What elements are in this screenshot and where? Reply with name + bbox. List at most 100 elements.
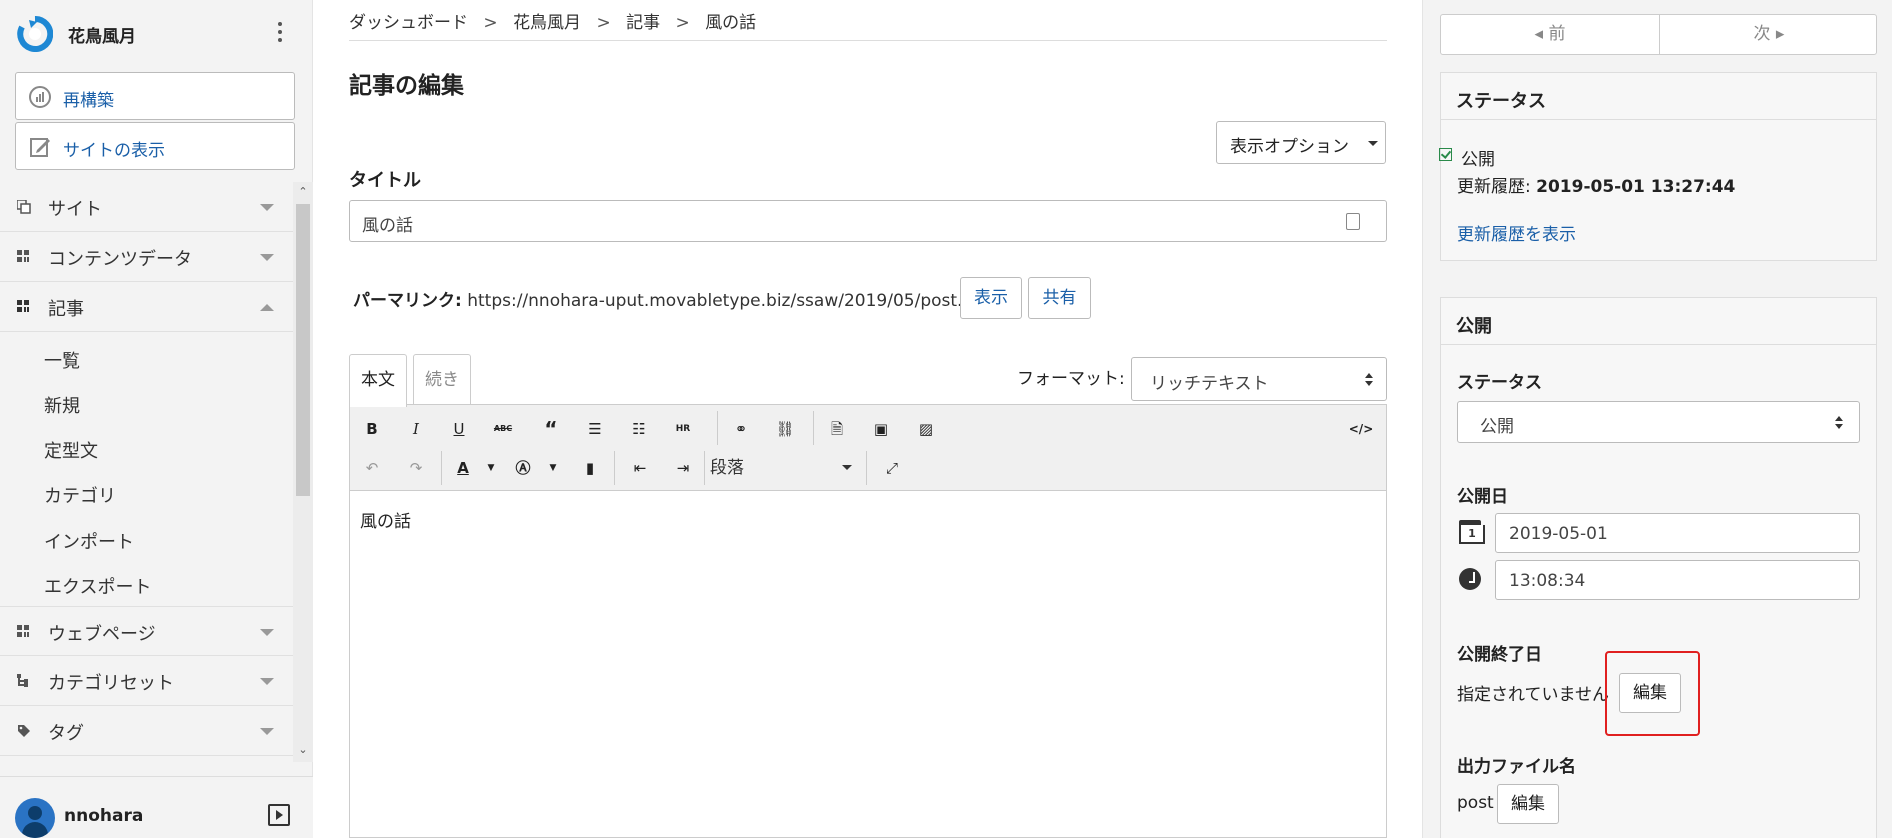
remove-format-icon[interactable]: ▮ <box>577 455 603 481</box>
sub-item-list[interactable]: 一覧 <box>44 347 80 373</box>
scroll-up-icon[interactable]: ⌃ <box>297 186 309 198</box>
next-button[interactable]: 次 ▸ <box>1660 15 1878 54</box>
caret-down-icon <box>842 465 852 470</box>
sidebar-scrollbar[interactable]: ⌃ ⌄ <box>293 182 313 762</box>
toggle-sidebar-icon[interactable] <box>268 804 290 826</box>
menu-item-content-data[interactable]: コンテンツデータ <box>0 232 293 282</box>
link-icon[interactable]: ⚭ <box>728 416 754 442</box>
undo-icon[interactable]: ↶ <box>359 455 385 481</box>
format-label: フォーマット: <box>1017 369 1125 389</box>
tab-body[interactable]: 本文 <box>349 354 407 407</box>
title-input[interactable]: 風の話 <box>349 200 1387 242</box>
site-name[interactable]: 花鳥風月 <box>68 22 136 47</box>
end-date-value: 指定されていません <box>1457 685 1609 705</box>
publish-panel-header: 公開 <box>1441 298 1876 345</box>
sidebar: 花鳥風月 再構築 サイトの表示 サイト コンテンツデータ 記事 一覧 新規 定型… <box>0 0 313 838</box>
breadcrumb-articles[interactable]: 記事 <box>626 13 660 33</box>
right-panel: ◂ 前 次 ▸ ステータス 公開 更新履歴: 2019-05-01 13:27:… <box>1422 0 1892 838</box>
scroll-down-icon[interactable]: ⌄ <box>297 744 309 756</box>
title-label: タイトル <box>349 170 421 191</box>
status-select[interactable]: 公開 <box>1457 401 1860 443</box>
unlink-icon[interactable]: ⛓ <box>772 416 798 442</box>
rich-text-editor[interactable]: B I U ABC “ ☰ ☷ HR ⚭ ⛓ 🗎 ▣ ▨ </> ↶ ↷ A ▼… <box>349 404 1387 838</box>
kebab-menu-icon[interactable] <box>274 22 286 46</box>
title-value: 風の話 <box>362 216 413 236</box>
avatar[interactable] <box>15 798 55 838</box>
breadcrumb-current: 風の話 <box>705 13 757 33</box>
view-button[interactable]: 表示 <box>960 277 1022 319</box>
scroll-thumb[interactable] <box>296 204 310 496</box>
calendar-icon[interactable] <box>1459 520 1485 544</box>
menu-item-tags[interactable]: タグ <box>0 706 293 756</box>
grid-icon <box>17 250 29 262</box>
view-site-button[interactable]: サイトの表示 <box>15 122 295 170</box>
bullet-list-icon[interactable]: ☰ <box>582 416 608 442</box>
chevron-down-icon <box>260 204 274 211</box>
breadcrumb-dashboard[interactable]: ダッシュボード <box>349 13 468 33</box>
caret-down-icon[interactable]: ▼ <box>540 455 566 481</box>
time-input[interactable]: 13:08:34 <box>1495 560 1860 600</box>
menu-label: ウェブページ <box>48 624 156 645</box>
form-icon[interactable] <box>1346 213 1360 230</box>
numbered-list-icon[interactable]: ☷ <box>626 416 652 442</box>
breadcrumb: ダッシュボード > 花鳥風月 > 記事 > 風の話 <box>349 8 766 33</box>
format-select[interactable]: リッチテキスト <box>1131 357 1387 401</box>
edit-icon <box>30 138 50 157</box>
editor-content[interactable]: 風の話 <box>360 507 411 532</box>
paragraph-select[interactable]: 段落 <box>710 453 744 478</box>
sub-item-category[interactable]: カテゴリ <box>44 482 116 508</box>
sub-item-new[interactable]: 新規 <box>44 392 80 418</box>
italic-icon[interactable]: I <box>403 416 429 442</box>
asset-icon[interactable]: ▣ <box>868 416 894 442</box>
source-code-icon[interactable]: </> <box>1348 416 1374 442</box>
menu-item-site[interactable]: サイト <box>0 182 293 232</box>
background-color-icon[interactable]: Ⓐ <box>510 455 536 481</box>
status-panel-header: ステータス <box>1441 73 1876 120</box>
rebuild-button[interactable]: 再構築 <box>15 72 295 120</box>
date-value: 2019-05-01 <box>1509 524 1608 544</box>
menu-item-articles[interactable]: 記事 <box>0 282 293 332</box>
tab-more[interactable]: 続き <box>413 354 471 406</box>
insert-file-icon[interactable]: 🗎 <box>824 416 850 442</box>
indent-icon[interactable]: ⇥ <box>670 455 696 481</box>
horizontal-rule-icon[interactable]: HR <box>670 416 696 442</box>
permalink-label: パーマリンク: <box>353 291 462 311</box>
end-date-edit-button[interactable]: 編集 <box>1619 673 1681 713</box>
sub-item-import[interactable]: インポート <box>44 528 134 554</box>
user-name[interactable]: nnohara <box>64 806 143 826</box>
end-date-label: 公開終了日 <box>1457 645 1542 665</box>
display-options-button[interactable]: 表示オプション <box>1216 121 1386 164</box>
blockquote-icon[interactable]: “ <box>538 416 564 442</box>
status-select-value: 公開 <box>1480 417 1514 437</box>
redo-icon[interactable]: ↷ <box>403 455 429 481</box>
bold-icon[interactable]: B <box>359 416 385 442</box>
display-options-label: 表示オプション <box>1230 137 1349 157</box>
date-input[interactable]: 2019-05-01 <box>1495 513 1860 553</box>
menu-item-webpages[interactable]: ウェブページ <box>0 606 293 656</box>
breadcrumb-site[interactable]: 花鳥風月 <box>513 13 581 33</box>
permalink: パーマリンク: https://nnohara-uput.movabletype… <box>353 286 1001 311</box>
sub-item-boilerplate[interactable]: 定型文 <box>44 437 98 463</box>
clock-icon[interactable] <box>1459 568 1481 590</box>
outdent-icon[interactable]: ⇤ <box>627 455 653 481</box>
underline-icon[interactable]: U <box>446 416 472 442</box>
select-arrows-icon <box>1365 373 1373 387</box>
strikethrough-icon[interactable]: ABC <box>490 416 516 442</box>
history-row: 更新履歴: 2019-05-01 13:27:44 <box>1457 172 1735 197</box>
text-color-icon[interactable]: A <box>450 455 476 481</box>
toolbar-divider <box>717 411 718 445</box>
output-file-edit-button[interactable]: 編集 <box>1497 784 1559 824</box>
history-value: 2019-05-01 13:27:44 <box>1536 177 1736 197</box>
insert-image-icon[interactable]: ▨ <box>913 416 939 442</box>
history-link[interactable]: 更新履歴を表示 <box>1457 220 1576 245</box>
caret-down-icon[interactable]: ▼ <box>478 455 504 481</box>
sub-item-export[interactable]: エクスポート <box>44 573 151 599</box>
menu-item-category-set[interactable]: カテゴリセット <box>0 656 293 706</box>
prev-button[interactable]: ◂ 前 <box>1441 15 1659 54</box>
fullscreen-icon[interactable]: ⤢ <box>879 455 905 481</box>
copy-icon <box>17 200 31 214</box>
menu-label: 記事 <box>48 299 84 320</box>
time-value: 13:08:34 <box>1509 571 1586 591</box>
share-button[interactable]: 共有 <box>1028 277 1091 319</box>
breadcrumb-separator: > <box>596 13 611 33</box>
